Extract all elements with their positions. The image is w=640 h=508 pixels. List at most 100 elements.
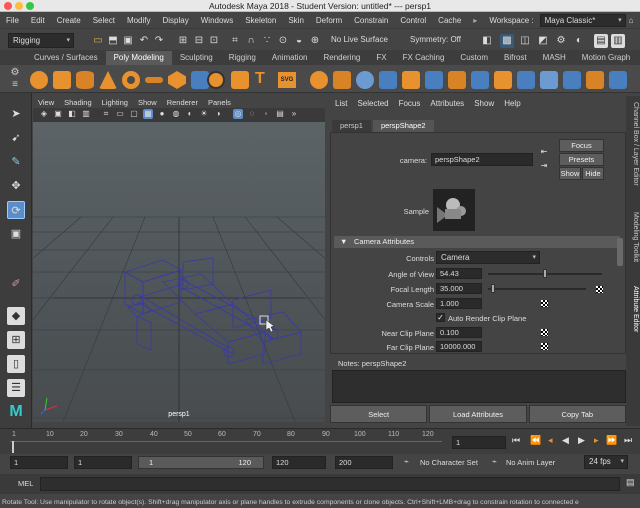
hud-icon[interactable]: ▤ bbox=[275, 109, 285, 119]
snap-view-icon[interactable]: ⊙ bbox=[276, 34, 290, 48]
vp-menu-panels[interactable]: Panels bbox=[203, 98, 236, 107]
snap-curve-icon[interactable]: ∩ bbox=[244, 34, 258, 48]
vp-menu-lighting[interactable]: Lighting bbox=[97, 98, 133, 107]
step-back-frame-icon[interactable]: ◂ bbox=[548, 435, 553, 446]
snap-grid-icon[interactable]: ⌗ bbox=[228, 34, 242, 48]
xray-icon[interactable]: ◌ bbox=[247, 109, 257, 119]
auto-clip-checkbox[interactable]: ✓ bbox=[436, 313, 445, 322]
copy-tab-button[interactable]: Copy Tab bbox=[528, 405, 626, 423]
image-plane-icon[interactable]: ▥ bbox=[81, 109, 91, 119]
step-forward-frame-icon[interactable]: ▸ bbox=[594, 435, 599, 446]
side-tab-attribute-editor[interactable]: Attribute Editor bbox=[627, 286, 639, 332]
near-clip-field[interactable]: 0.100 bbox=[436, 327, 482, 338]
grid-icon[interactable]: ⌗ bbox=[101, 109, 111, 119]
notes-textarea[interactable] bbox=[332, 370, 626, 403]
step-back-key-icon[interactable]: ⏪ bbox=[530, 435, 541, 446]
menu-cache[interactable]: Cache bbox=[432, 16, 467, 25]
ae-menu-help[interactable]: Help bbox=[499, 99, 525, 108]
hide-button[interactable]: Hide bbox=[582, 167, 604, 180]
anim-layer-dropdown[interactable]: No Anim Layer bbox=[506, 458, 555, 467]
vp-menu-show[interactable]: Show bbox=[133, 98, 162, 107]
undo-icon[interactable]: ↶ bbox=[137, 34, 151, 48]
shelf-tab-fx[interactable]: FX bbox=[368, 51, 394, 65]
pin-icon[interactable]: ⌂ bbox=[626, 16, 637, 25]
side-tab-channel-box[interactable]: Channel Box / Layer Editor bbox=[627, 102, 639, 186]
scale-tool-icon[interactable]: ▣ bbox=[7, 225, 25, 243]
shelf-tab-sculpting[interactable]: Sculpting bbox=[172, 51, 221, 65]
ae-tab-perspshape2[interactable]: perspShape2 bbox=[372, 120, 434, 132]
shelf-menu-icon[interactable]: ≡ bbox=[8, 78, 22, 92]
ipr-icon[interactable]: ◩ bbox=[536, 34, 550, 48]
current-time-marker[interactable] bbox=[12, 441, 14, 453]
film-gate-icon[interactable]: ▭ bbox=[115, 109, 125, 119]
select-button[interactable]: Select bbox=[330, 405, 428, 423]
boolean-icon[interactable] bbox=[379, 71, 397, 89]
poly-cylinder-icon[interactable] bbox=[76, 71, 94, 89]
vp-menu-renderer[interactable]: Renderer bbox=[162, 98, 203, 107]
camera-attributes-section[interactable]: ▼ Camera Attributes bbox=[334, 236, 620, 248]
shadows-icon[interactable]: ◑ bbox=[213, 109, 223, 119]
wireframe-on-shaded-icon[interactable]: ◍ bbox=[171, 109, 181, 119]
menu-set-dropdown[interactable]: Rigging ▾ bbox=[8, 33, 74, 48]
hypershade-icon[interactable]: ◐ bbox=[572, 34, 586, 48]
camera-scale-map-icon[interactable] bbox=[541, 300, 548, 307]
poly-sphere-icon[interactable] bbox=[30, 71, 48, 89]
ae-menu-focus[interactable]: Focus bbox=[394, 99, 426, 108]
single-pane-icon[interactable]: ◆ bbox=[7, 307, 25, 325]
render-frame-icon[interactable]: ▩ bbox=[500, 34, 514, 48]
output-connections-icon[interactable]: ⇥ bbox=[539, 161, 549, 171]
range-end-field[interactable]: 120 bbox=[272, 456, 326, 469]
shelf-tab-mash[interactable]: MASH bbox=[535, 51, 574, 65]
camera-scale-field[interactable]: 1.000 bbox=[436, 298, 482, 309]
menubar-overflow-icon[interactable]: ▸ bbox=[467, 16, 483, 25]
step-forward-key-icon[interactable]: ⏩ bbox=[606, 435, 617, 446]
poly-cone-icon[interactable] bbox=[99, 71, 117, 89]
save-icon[interactable]: ▣ bbox=[121, 34, 135, 48]
separate-icon[interactable] bbox=[333, 71, 351, 89]
poly-cube-icon[interactable] bbox=[53, 71, 71, 89]
make-live-icon[interactable]: ⊕ bbox=[308, 34, 322, 48]
shelf-tab-rigging[interactable]: Rigging bbox=[221, 51, 264, 65]
select-object-icon[interactable]: ⊟ bbox=[192, 34, 206, 48]
snap-point-icon[interactable]: ∵ bbox=[260, 34, 274, 48]
mirror-icon[interactable] bbox=[402, 71, 420, 89]
combine-icon[interactable] bbox=[310, 71, 328, 89]
shelf-tab-bifrost[interactable]: Bifrost bbox=[496, 51, 535, 65]
connect-icon[interactable] bbox=[563, 71, 581, 89]
select-tool-icon[interactable]: ➤ bbox=[7, 105, 25, 123]
select-component-icon[interactable]: ⊡ bbox=[207, 34, 221, 48]
focal-length-slider[interactable] bbox=[488, 284, 586, 293]
presets-button[interactable]: Presets bbox=[559, 153, 604, 166]
render-icon[interactable]: ◫ bbox=[518, 34, 532, 48]
character-set-dropdown[interactable]: No Character Set bbox=[420, 458, 478, 467]
bookmark-icon[interactable]: ◧ bbox=[67, 109, 77, 119]
wireframe-icon[interactable]: ▦ bbox=[143, 109, 153, 119]
attribute-editor-icon[interactable]: ▥ bbox=[611, 34, 625, 48]
snap-surface-icon[interactable]: ◒ bbox=[292, 34, 306, 48]
ae-menu-show[interactable]: Show bbox=[469, 99, 499, 108]
ae-menu-list[interactable]: List bbox=[330, 99, 352, 108]
current-frame-field[interactable]: 1 bbox=[452, 436, 506, 449]
focal-length-map-icon[interactable] bbox=[596, 286, 603, 293]
rotate-tool-icon[interactable]: ⟳ bbox=[7, 201, 25, 219]
go-to-end-icon[interactable]: ⏭ bbox=[624, 435, 632, 446]
menu-skin[interactable]: Skin bbox=[282, 16, 310, 25]
four-pane-icon[interactable]: ⊞ bbox=[7, 331, 25, 349]
textured-icon[interactable]: ◐ bbox=[185, 109, 195, 119]
go-to-start-icon[interactable]: ⏮ bbox=[512, 435, 520, 446]
render-settings-icon[interactable]: ⚙ bbox=[554, 34, 568, 48]
quad-draw-icon[interactable] bbox=[586, 71, 604, 89]
character-set-icon[interactable]: ⌁ bbox=[404, 457, 409, 466]
menu-modify[interactable]: Modify bbox=[121, 16, 157, 25]
scene-end-field[interactable]: 200 bbox=[335, 456, 393, 469]
focal-length-slider-thumb[interactable] bbox=[491, 284, 495, 293]
mel-label[interactable]: MEL bbox=[18, 479, 33, 488]
poly-plane-icon[interactable] bbox=[145, 77, 163, 83]
poly-pipe-icon[interactable] bbox=[231, 71, 249, 89]
paint-select-icon[interactable]: ✎ bbox=[7, 153, 25, 171]
script-editor-icon[interactable]: ▤ bbox=[626, 477, 635, 488]
last-tool-icon[interactable]: ✐ bbox=[7, 275, 25, 293]
poly-disc-icon[interactable] bbox=[168, 71, 186, 89]
angle-of-view-slider-thumb[interactable] bbox=[543, 269, 547, 278]
modeling-toolkit-icon[interactable]: ▤ bbox=[594, 34, 608, 48]
